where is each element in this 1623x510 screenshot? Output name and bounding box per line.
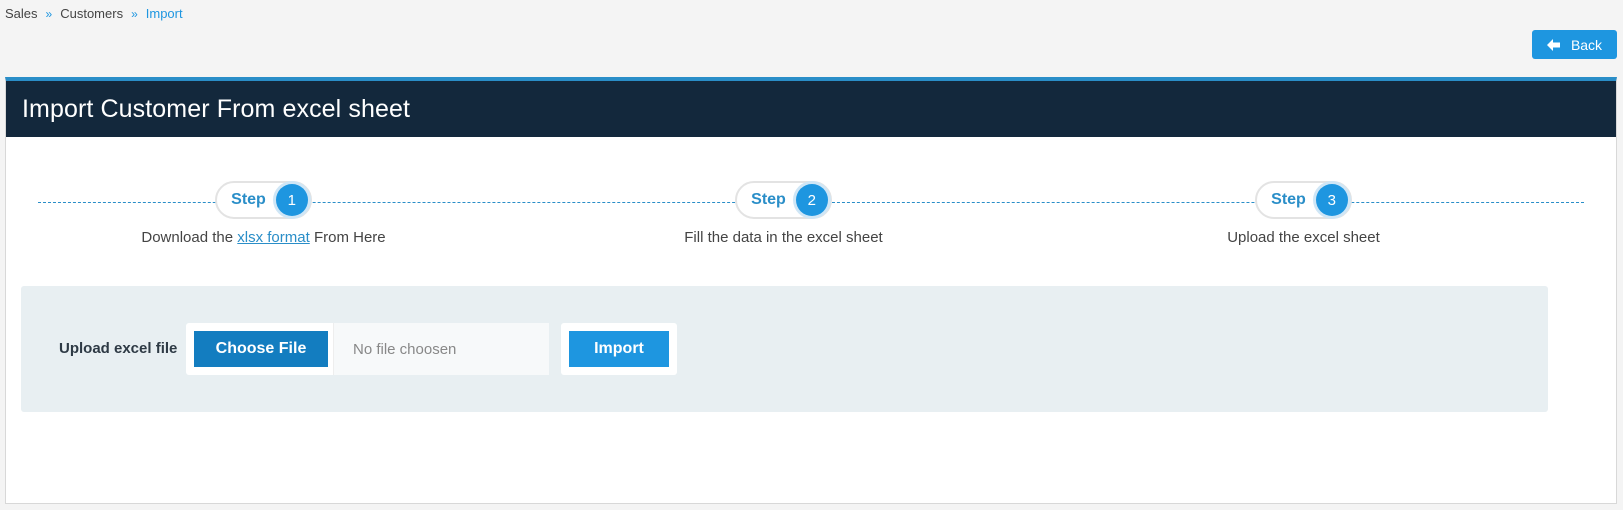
import-button[interactable]: Import: [569, 331, 669, 367]
step-2: Step 2 Fill the data in the excel sheet: [656, 181, 911, 246]
upload-section: Upload excel file Choose File No file ch…: [21, 286, 1548, 412]
arrow-left-icon: [1546, 38, 1561, 52]
back-button-label: Back: [1570, 36, 1603, 53]
step-1: Step 1 Download the xlsx format From Her…: [136, 181, 391, 246]
import-panel: Import Customer From excel sheet Step 1 …: [5, 77, 1617, 504]
breadcrumb-customers[interactable]: Customers: [60, 6, 123, 21]
step-2-badge: Step 2: [735, 181, 832, 219]
breadcrumb-current: Import: [145, 6, 183, 21]
step-1-badge: Step 1: [215, 181, 312, 219]
file-input-group: Choose File No file choosen: [186, 323, 549, 375]
breadcrumb-separator-icon: »: [45, 6, 53, 21]
import-button-wrapper: Import: [561, 323, 677, 375]
step-2-number: 2: [795, 184, 828, 216]
breadcrumb: Sales » Customers » Import: [5, 6, 183, 21]
step-1-word: Step: [231, 191, 266, 208]
step-3: Step 3 Upload the excel sheet: [1176, 181, 1431, 246]
step-2-word: Step: [751, 191, 786, 208]
breadcrumb-separator-icon: »: [131, 6, 138, 21]
panel-header: Import Customer From excel sheet: [6, 81, 1616, 137]
steps-row: Step 1 Download the xlsx format From Her…: [6, 181, 1616, 271]
step-2-description: Fill the data in the excel sheet: [684, 229, 883, 246]
breadcrumb-sales[interactable]: Sales: [5, 6, 38, 21]
step-3-word: Step: [1271, 191, 1306, 208]
file-name-display[interactable]: No file choosen: [333, 323, 549, 375]
back-button[interactable]: Back: [1532, 30, 1617, 59]
step-3-badge: Step 3: [1255, 181, 1352, 219]
step-3-description: Upload the excel sheet: [1227, 229, 1380, 246]
page-title: Import Customer From excel sheet: [22, 94, 411, 123]
upload-label: Upload excel file: [59, 340, 178, 357]
xlsx-format-link[interactable]: xlsx format: [237, 229, 310, 246]
step-3-number: 3: [1315, 184, 1348, 216]
step-1-number: 1: [275, 184, 308, 216]
step-1-description: Download the xlsx format From Here: [141, 229, 386, 246]
choose-file-button[interactable]: Choose File: [194, 331, 328, 367]
